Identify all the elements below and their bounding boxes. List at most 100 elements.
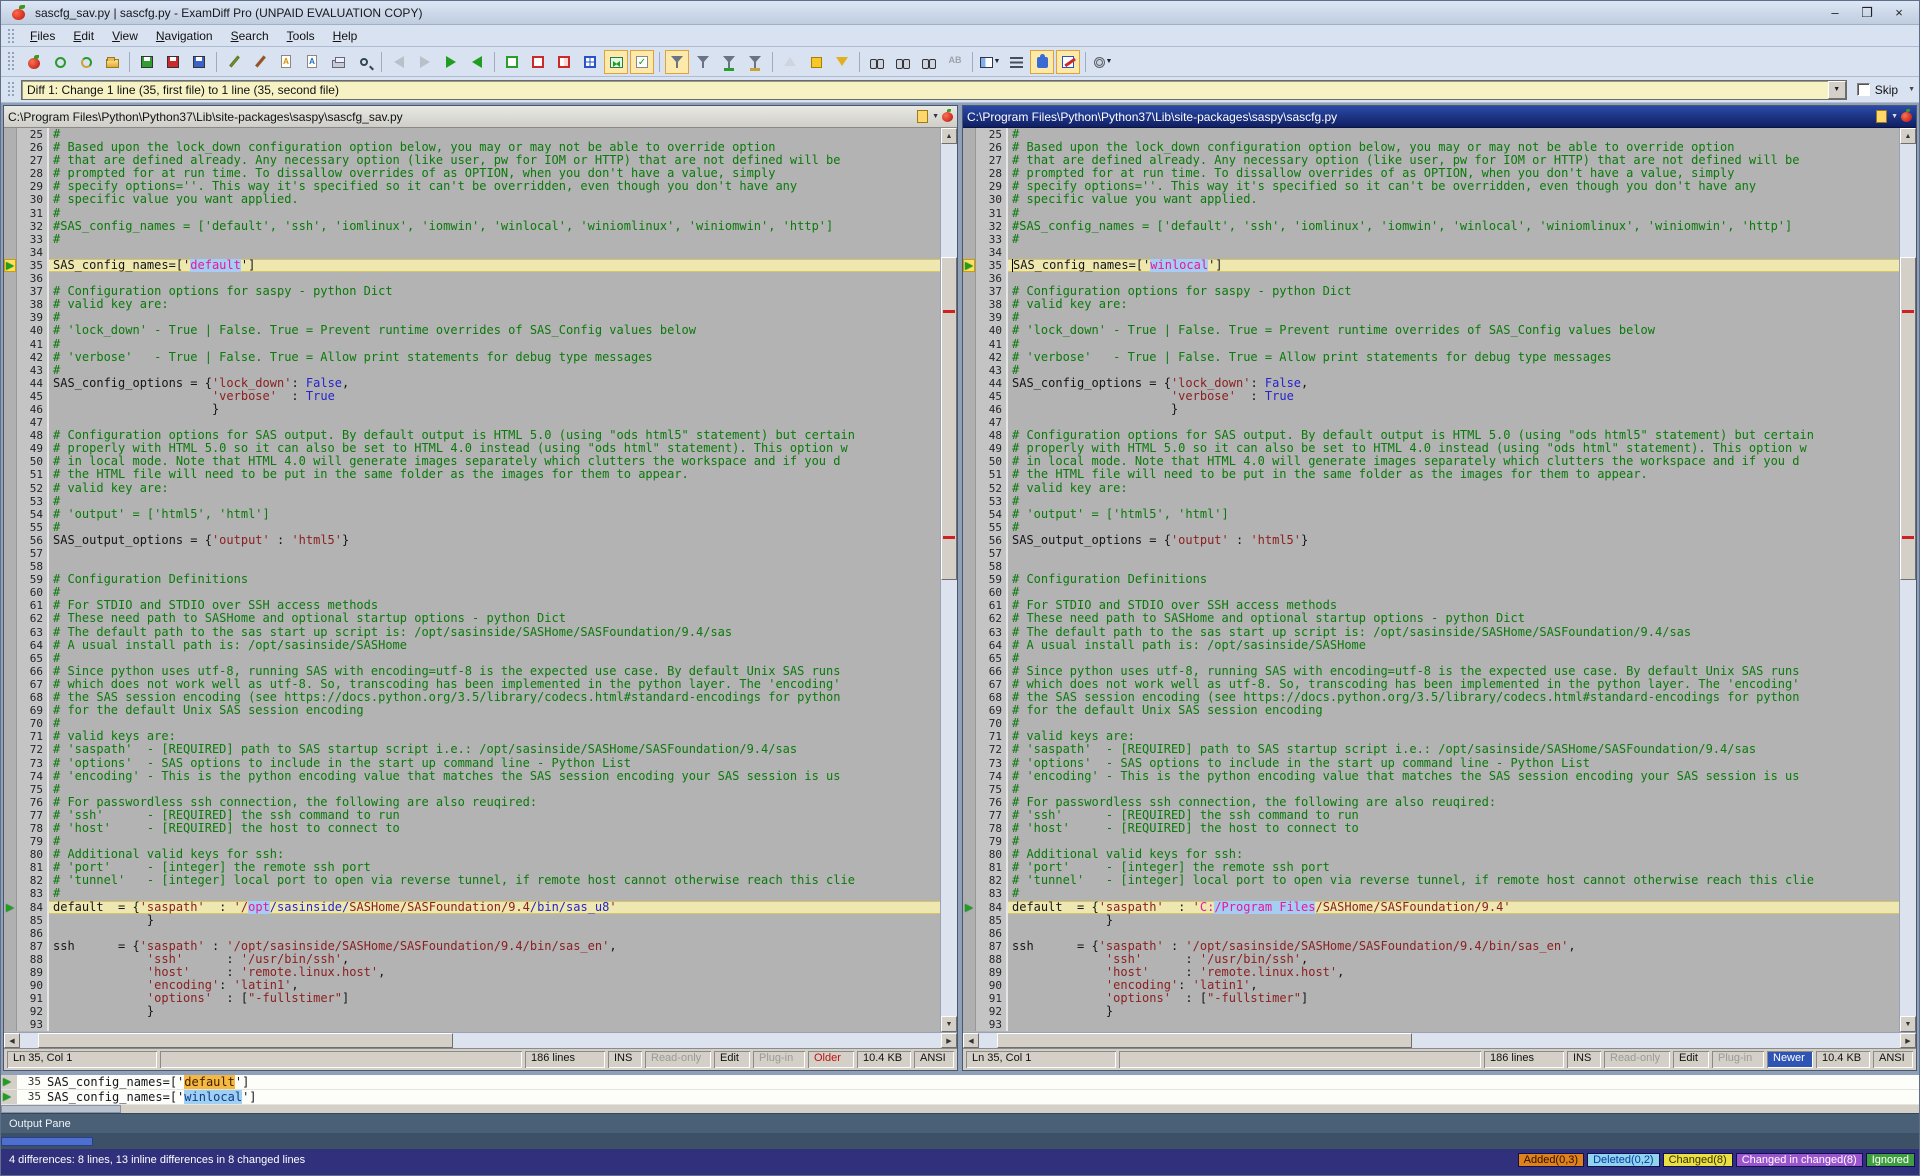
diff-detail-scrollbar[interactable] [1, 1105, 1919, 1113]
copy-path-dropdown-icon[interactable]: ▼ [932, 113, 939, 120]
line-number: 42 [976, 351, 1008, 364]
allow-editing-button[interactable] [1056, 50, 1080, 74]
scroll-down-button[interactable]: ▼ [941, 1016, 957, 1032]
code-segment: #SAS_config_names = ['default', 'ssh', '… [1012, 220, 1792, 233]
left-vertical-scrollbar[interactable]: ▲▼ [940, 128, 957, 1032]
code-segment: 'verbose' [1171, 390, 1236, 403]
next-diff-button[interactable] [830, 50, 854, 74]
recompare-button[interactable] [48, 50, 72, 74]
synchronize-scrolling-button[interactable] [604, 50, 628, 74]
code-segment: # [1012, 783, 1019, 796]
open-files-button[interactable] [100, 50, 124, 74]
show-differences-only-button[interactable] [691, 50, 715, 74]
print-button[interactable] [326, 50, 350, 74]
scroll-thumb[interactable] [941, 257, 957, 580]
scroll-thumb[interactable] [1, 1105, 121, 1113]
word-wrap-button[interactable] [1004, 50, 1028, 74]
line-marker-margin [4, 272, 17, 285]
scroll-left-button[interactable]: ◀ [963, 1033, 979, 1048]
split-view-button[interactable] [552, 50, 576, 74]
find-previous-button[interactable] [917, 50, 941, 74]
diff-combo[interactable]: Diff 1: Change 1 line (35, first file) t… [21, 80, 1847, 100]
scroll-down-button[interactable]: ▼ [1900, 1016, 1916, 1032]
left-code-area[interactable]: 25#26# Based upon the lock_down configur… [4, 128, 940, 1032]
edit-second-file-icon [255, 56, 266, 68]
save-all-button[interactable] [187, 50, 211, 74]
scroll-thumb[interactable] [38, 1033, 452, 1048]
scroll-left-button[interactable]: ◀ [4, 1033, 20, 1048]
grid-view-button[interactable] [578, 50, 602, 74]
menu-search[interactable]: Search [222, 26, 278, 46]
line-number: 33 [17, 233, 49, 246]
plugins-button[interactable] [1030, 50, 1054, 74]
output-pane-scrollbar[interactable] [1, 1137, 93, 1146]
previous-diff-icon [784, 57, 796, 66]
copy-to-first-button[interactable] [465, 50, 489, 74]
right-vertical-scrollbar[interactable]: ▲▼ [1899, 128, 1916, 1032]
left-horizontal-scrollbar[interactable]: ◀▶ [4, 1032, 957, 1048]
code-segment: '/opt/sasinside/SASHome/SASFoundation/9.… [226, 940, 609, 953]
maximize-button[interactable]: ❒ [1853, 4, 1881, 22]
menu-files[interactable]: Files [21, 26, 64, 46]
right-horizontal-scrollbar[interactable]: ◀▶ [963, 1032, 1916, 1048]
minimize-button[interactable]: – [1821, 4, 1849, 22]
edit-first-file-button[interactable] [222, 50, 246, 74]
right-pane-header[interactable]: C:\Program Files\Python\Python37\Lib\sit… [963, 106, 1916, 128]
print-preview-button[interactable] [352, 50, 376, 74]
options-button[interactable]: ▼ [1091, 50, 1115, 74]
menu-view[interactable]: View [103, 26, 147, 46]
show-first-pane-button[interactable] [500, 50, 524, 74]
current-diff-button[interactable] [804, 50, 828, 74]
menu-navigation[interactable]: Navigation [147, 26, 222, 46]
scroll-track[interactable] [20, 1033, 941, 1048]
scroll-thumb[interactable] [997, 1033, 1411, 1048]
find-button[interactable] [865, 50, 889, 74]
save-first-button[interactable] [135, 50, 159, 74]
code-segment: } [342, 534, 349, 547]
menu-edit[interactable]: Edit [64, 26, 103, 46]
panes-layout-button[interactable]: ▼ [978, 50, 1002, 74]
diff-combo-dropdown[interactable]: ▼ [1828, 81, 1846, 99]
scroll-track[interactable] [1900, 144, 1916, 1016]
copy-path-icon[interactable] [917, 110, 928, 123]
compare-files-button[interactable] [22, 50, 46, 74]
code-segment [53, 992, 147, 1005]
copy-path-icon[interactable] [1876, 110, 1887, 123]
copy-first-button[interactable]: A [274, 50, 298, 74]
output-pane-tab[interactable]: Output Pane [1, 1113, 1919, 1133]
copy-path-dropdown-icon[interactable]: ▼ [1891, 113, 1898, 120]
show-all-lines-button[interactable] [665, 50, 689, 74]
edit-second-file-button[interactable] [248, 50, 272, 74]
right-pane-status-bar: Ln 35, Col 1186 linesINSRead-onlyEditPlu… [963, 1048, 1916, 1070]
show-identical-only-button[interactable] [717, 50, 741, 74]
show-context-button[interactable] [743, 50, 767, 74]
scroll-thumb[interactable] [1900, 257, 1916, 580]
scroll-right-button[interactable]: ▶ [941, 1033, 957, 1048]
menu-help[interactable]: Help [324, 26, 367, 46]
compare-icon[interactable] [942, 112, 953, 122]
menu-tools[interactable]: Tools [278, 26, 324, 46]
line-marker-margin [4, 953, 17, 966]
auto-recompare-button[interactable]: ✓ [630, 50, 654, 74]
code-segment: # 'tunnel' - [integer] local port to ope… [1012, 874, 1814, 887]
find-next-button[interactable] [891, 50, 915, 74]
copy-to-second-button[interactable] [439, 50, 463, 74]
toolbar-overflow-chevron[interactable]: ▼ [1908, 86, 1915, 93]
scroll-right-button[interactable]: ▶ [1900, 1033, 1916, 1048]
line-text: 'ssh' : '/usr/bin/ssh', [1008, 953, 1899, 966]
scroll-track[interactable] [979, 1033, 1900, 1048]
recompare-swap-button[interactable] [74, 50, 98, 74]
diff-arrow-icon [6, 904, 14, 912]
close-button[interactable]: × [1885, 4, 1913, 22]
show-second-pane-button[interactable] [526, 50, 550, 74]
compare-icon[interactable] [1901, 112, 1912, 122]
left-pane-header[interactable]: C:\Program Files\Python\Python37\Lib\sit… [4, 106, 957, 128]
scroll-track[interactable] [941, 144, 957, 1016]
copy-second-button[interactable]: A [300, 50, 324, 74]
save-second-button[interactable] [161, 50, 185, 74]
scroll-up-button[interactable]: ▲ [941, 128, 957, 144]
scroll-up-button[interactable]: ▲ [1900, 128, 1916, 144]
skip-checkbox[interactable] [1857, 83, 1870, 96]
right-code-area[interactable]: 25#26# Based upon the lock_down configur… [963, 128, 1899, 1032]
code-segment: SAS_output_options = { [1012, 534, 1171, 547]
